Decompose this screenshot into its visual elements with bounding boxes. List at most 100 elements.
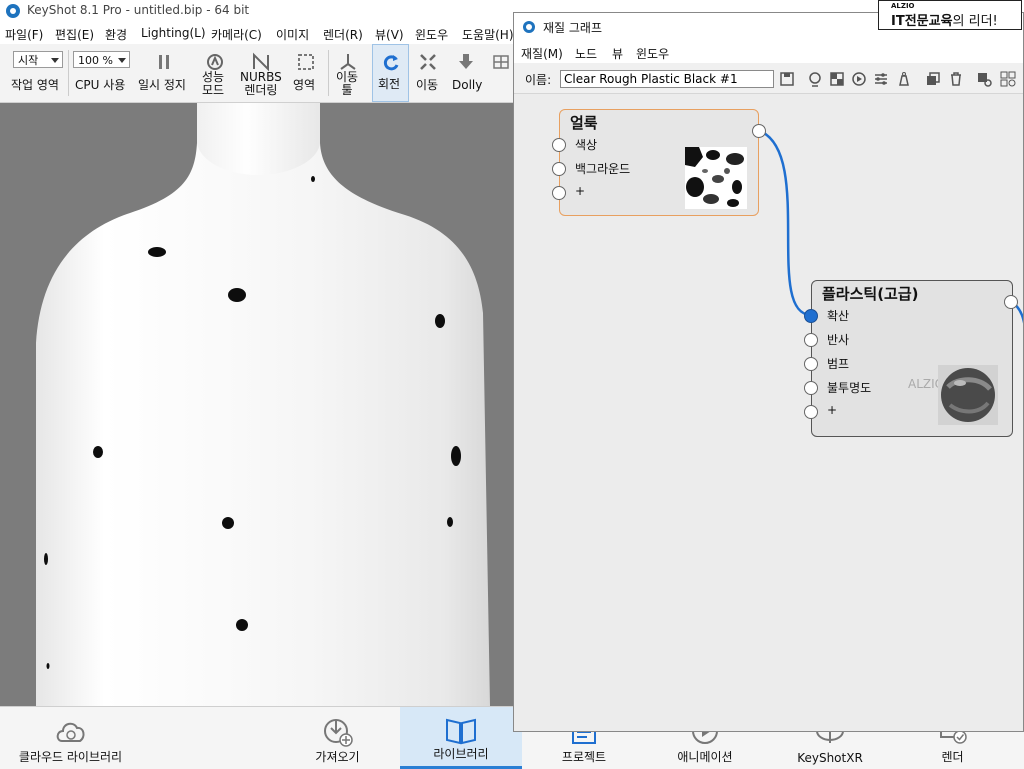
- spots-texture-preview: [685, 147, 747, 209]
- pause-button[interactable]: 일시 정지: [135, 44, 193, 102]
- duplicate-icon[interactable]: [925, 71, 941, 87]
- move-tool-label: 이동 툴: [336, 70, 359, 97]
- chevron-down-icon: [118, 58, 126, 63]
- rotate-button[interactable]: 회전: [372, 44, 409, 102]
- alzio-slogan: IT전문교육의 리더!: [891, 10, 998, 29]
- plastic-input-opacity-port[interactable]: [804, 381, 818, 395]
- node-grid-icon[interactable]: [1000, 71, 1016, 87]
- cpu-usage-label: CPU 사용: [75, 78, 126, 92]
- region-button[interactable]: 영역: [288, 44, 324, 102]
- region-label: 영역: [293, 78, 316, 92]
- plastic-input-add-port[interactable]: [804, 405, 818, 419]
- cpu-usage-value: 100 %: [78, 54, 113, 67]
- keyshotxr-label: KeyShotXR: [797, 751, 863, 765]
- project-label: 프로젝트: [561, 750, 607, 764]
- menu-camera[interactable]: 카메라(C): [211, 26, 262, 43]
- menu-material[interactable]: 재질(M): [521, 45, 563, 62]
- checker-icon[interactable]: [829, 71, 845, 87]
- keyshot-app-icon: [6, 4, 20, 18]
- pan-icon: [420, 54, 436, 70]
- plastic-output-port[interactable]: [1004, 295, 1018, 309]
- sphere-preview-icon[interactable]: [807, 71, 823, 87]
- workspace-select-value: 시작: [18, 54, 39, 67]
- port-label-add: +: [575, 184, 586, 198]
- plastic-input-diffuse-port[interactable]: [804, 309, 818, 323]
- port-label-opacity: 불투명도: [827, 381, 872, 395]
- grid-icon: [493, 55, 509, 69]
- plastic-advanced-node[interactable]: 플라스틱(고급) 확산 반사 범프 불투명도 + ALZIO: [811, 280, 1013, 437]
- rotate-label: 회전: [378, 77, 401, 91]
- move-tool-button[interactable]: 이동 툴: [332, 44, 364, 102]
- cpu-usage-select[interactable]: 100 %: [73, 51, 130, 68]
- performance-mode-label: 성능 모드: [202, 70, 225, 97]
- performance-mode-icon: [207, 54, 223, 70]
- menu-image[interactable]: 이미지: [276, 26, 309, 43]
- play-icon[interactable]: [851, 71, 867, 87]
- spots-input-background-port[interactable]: [552, 162, 566, 176]
- material-name-label: 이름:: [525, 73, 552, 87]
- menu-window[interactable]: 윈도우: [636, 45, 669, 62]
- spots-input-color-port[interactable]: [552, 138, 566, 152]
- menu-file[interactable]: 파일(F): [5, 26, 43, 43]
- connection-wire: [759, 129, 812, 317]
- dolly-button[interactable]: Dolly: [449, 44, 483, 102]
- add-node-icon[interactable]: [976, 71, 992, 87]
- port-label-background: 백그라운드: [575, 162, 631, 176]
- plastic-input-bump-port[interactable]: [804, 357, 818, 371]
- menu-window[interactable]: 윈도우: [415, 26, 448, 43]
- weight-icon[interactable]: [896, 71, 912, 87]
- menu-help[interactable]: 도움말(H): [462, 26, 514, 43]
- menu-environment[interactable]: 환경: [105, 26, 127, 43]
- alzio-logo: ALZIO: [891, 2, 915, 10]
- menu-edit[interactable]: 편집(E): [55, 26, 94, 43]
- nurbs-icon: [253, 52, 269, 72]
- more-tools-button[interactable]: [492, 44, 514, 102]
- material-graph-title: 재질 그래프: [543, 21, 603, 35]
- menu-view[interactable]: 뷰: [612, 45, 623, 62]
- render-viewport[interactable]: [0, 103, 515, 706]
- menu-view[interactable]: 뷰(V): [375, 26, 404, 43]
- alzio-slogan-bold: IT전문교육: [891, 14, 953, 29]
- menu-lighting[interactable]: Lighting(L): [141, 26, 206, 40]
- workspace-select[interactable]: 시작: [13, 51, 63, 68]
- chevron-down-icon: [51, 58, 59, 63]
- alzio-banner: ALZIO IT전문교육의 리더!: [878, 0, 1022, 30]
- pan-button[interactable]: 이동: [412, 44, 444, 102]
- move-tool-icon: [340, 54, 356, 70]
- port-label-add: +: [827, 403, 838, 417]
- menu-render[interactable]: 렌더(R): [323, 26, 363, 43]
- pause-icon: [159, 55, 169, 69]
- alzio-slogan-rest: 의 리더!: [952, 14, 998, 29]
- toolbar-divider: [328, 50, 329, 96]
- bottle-render: [36, 103, 490, 706]
- material-ball-preview: [938, 365, 998, 425]
- cloud-library-icon: [56, 722, 85, 742]
- region-icon: [298, 54, 314, 70]
- sliders-icon[interactable]: [873, 71, 889, 87]
- cloud-library-button[interactable]: 클라우드 라이브러리: [8, 707, 133, 769]
- material-name-input[interactable]: [560, 70, 774, 88]
- port-label-bump: 범프: [827, 357, 850, 371]
- spots-output-port[interactable]: [752, 124, 766, 138]
- main-toolbar: 시작 작업 영역 100 % CPU 사용 일시 정지 성능 모드 NURBS …: [0, 44, 515, 103]
- toolbar-divider: [68, 50, 69, 96]
- render-label: 렌더: [941, 750, 964, 764]
- spots-node[interactable]: 얼룩 색상 백그라운드 +: [559, 109, 759, 216]
- nurbs-render-button[interactable]: NURBS 렌더링: [239, 44, 283, 102]
- spots-node-title: 얼룩: [570, 114, 598, 132]
- spots-input-add-port[interactable]: [552, 186, 566, 200]
- keyshot-app-icon: [523, 21, 535, 33]
- rotate-icon: [383, 55, 398, 71]
- node-graph-canvas[interactable]: 얼룩 색상 백그라운드 + 플라스틱(고급) 확산 반사 범프 불투명도 + A…: [514, 94, 1023, 731]
- trash-icon[interactable]: [948, 71, 964, 87]
- material-graph-toolbar: 이름:: [514, 65, 1023, 94]
- performance-mode-button[interactable]: 성능 모드: [197, 44, 233, 102]
- save-icon[interactable]: [779, 71, 795, 87]
- menu-node[interactable]: 노드: [575, 45, 597, 62]
- port-label-color: 색상: [575, 138, 598, 152]
- plastic-input-specular-port[interactable]: [804, 333, 818, 347]
- library-label: 라이브러리: [433, 747, 489, 761]
- import-button[interactable]: 가져오기: [300, 707, 375, 769]
- dolly-icon: [459, 54, 473, 69]
- library-button[interactable]: 라이브러리: [400, 707, 522, 769]
